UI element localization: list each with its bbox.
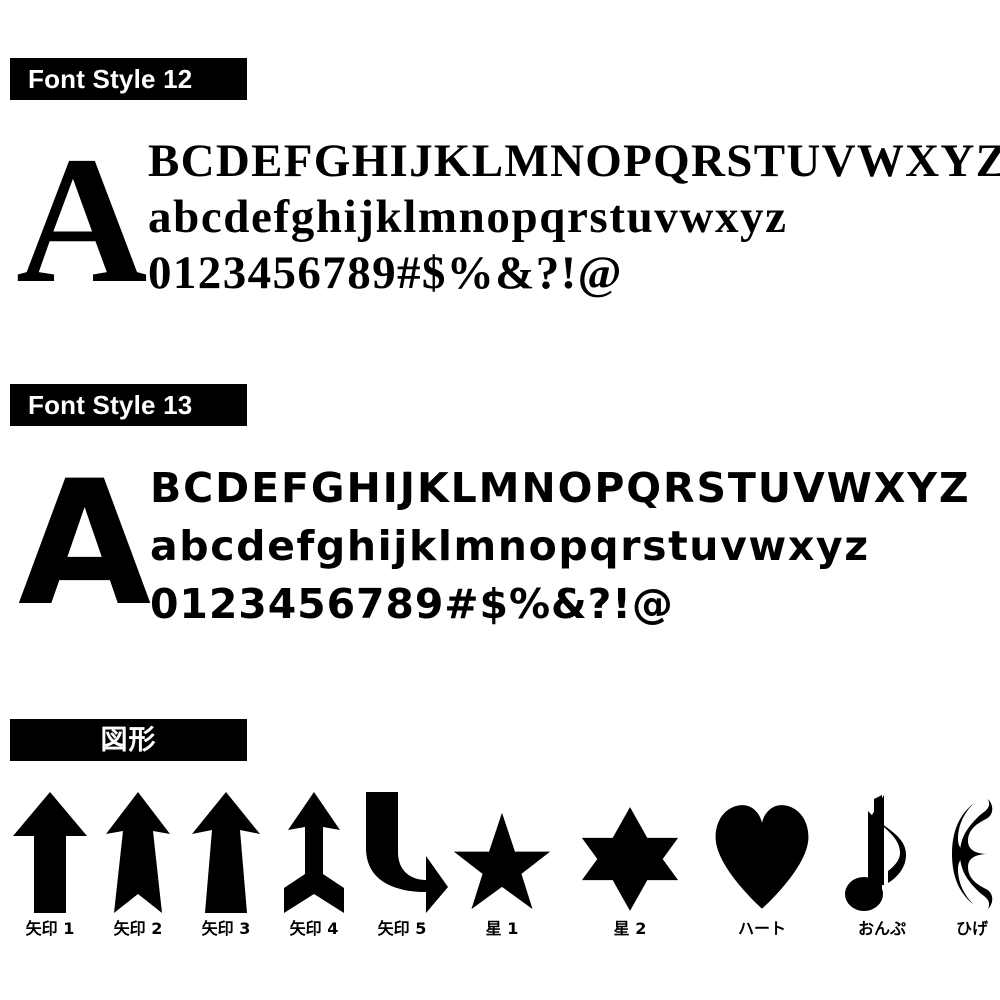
arrow-curved-right-icon [352, 792, 452, 915]
arrow-up-notched-icon [88, 792, 188, 915]
section-banner-label: 図形 [100, 724, 157, 755]
shape-item[interactable]: ひげ [922, 795, 1000, 955]
star-six-point-icon [580, 795, 680, 915]
shape-label: 矢印 2 [113, 919, 163, 938]
arrow-up-block-icon [0, 792, 100, 915]
star-five-point-icon [452, 795, 552, 915]
section-banner-font-style-13: Font Style 13 [10, 384, 247, 426]
shapes-row: 矢印 1 矢印 2 矢印 3 矢印 4 矢印 5 星 1 星 2 ハート おんぷ… [0, 792, 1000, 955]
character-set-block: BCDEFGHIJKLMNOPQRSTUVWXYZ abcdefghijklmn… [150, 452, 970, 625]
shape-item[interactable]: 矢印 2 [88, 792, 188, 955]
section-banner-shapes: 図形 [10, 719, 247, 761]
charset-line-lowercase: abcdefghijklmnopqrstuvwxyz [150, 522, 870, 570]
shape-item[interactable]: 矢印 5 [352, 792, 452, 955]
shape-label: 星 2 [613, 919, 647, 938]
shape-item[interactable]: 星 1 [452, 795, 552, 955]
shape-label: 矢印 5 [377, 919, 427, 938]
shape-item[interactable]: 矢印 3 [176, 792, 276, 955]
shape-item[interactable]: 矢印 1 [0, 792, 100, 955]
shape-label: ひげ [955, 919, 988, 938]
charset-line-lowercase: abcdefghijklmnopqrstuvwxyz [148, 191, 788, 243]
section-banner-font-style-12: Font Style 12 [10, 58, 247, 100]
shape-item[interactable]: おんぷ [832, 795, 932, 955]
specimen-sheet: Font Style 12 A BCDEFGHIJKLMNOPQRSTUVWXY… [0, 0, 1000, 1000]
specimen-font-style-13: A BCDEFGHIJKLMNOPQRSTUVWXYZ abcdefghijkl… [0, 452, 1000, 630]
section-banner-label: Font Style 12 [28, 64, 193, 94]
shape-item[interactable]: ハート [712, 795, 812, 955]
shape-label: 矢印 4 [289, 919, 339, 938]
music-note-icon [832, 795, 932, 915]
section-banner-label: Font Style 13 [28, 390, 193, 420]
shape-item[interactable]: 矢印 4 [264, 792, 364, 955]
big-letter-sample: A [16, 120, 148, 321]
character-set-block: BCDEFGHIJKLMNOPQRSTUVWXYZ abcdefghijklmn… [148, 128, 1000, 297]
charset-line-uppercase: BCDEFGHIJKLMNOPQRSTUVWXYZ [148, 135, 1000, 187]
charset-line-numerals-symbols: 0123456789#$%&?!@ [150, 580, 674, 628]
shape-label: おんぷ [857, 919, 906, 938]
arrow-up-tapered-icon [176, 792, 276, 915]
shape-label: 矢印 3 [201, 919, 251, 938]
heart-icon [712, 795, 812, 915]
shape-label: 矢印 1 [25, 919, 75, 938]
charset-line-numerals-symbols: 0123456789#$%&?!@ [148, 247, 623, 299]
shape-item[interactable]: 星 2 [580, 795, 680, 955]
shape-label: 星 1 [485, 919, 519, 938]
arrow-up-fletched-icon [264, 792, 364, 915]
big-letter-sample: A [18, 443, 152, 644]
specimen-font-style-12: A BCDEFGHIJKLMNOPQRSTUVWXYZ abcdefghijkl… [0, 128, 1000, 312]
shape-label: ハート [737, 919, 786, 938]
mustache-icon [922, 795, 1000, 915]
charset-line-uppercase: BCDEFGHIJKLMNOPQRSTUVWXYZ [150, 464, 971, 512]
